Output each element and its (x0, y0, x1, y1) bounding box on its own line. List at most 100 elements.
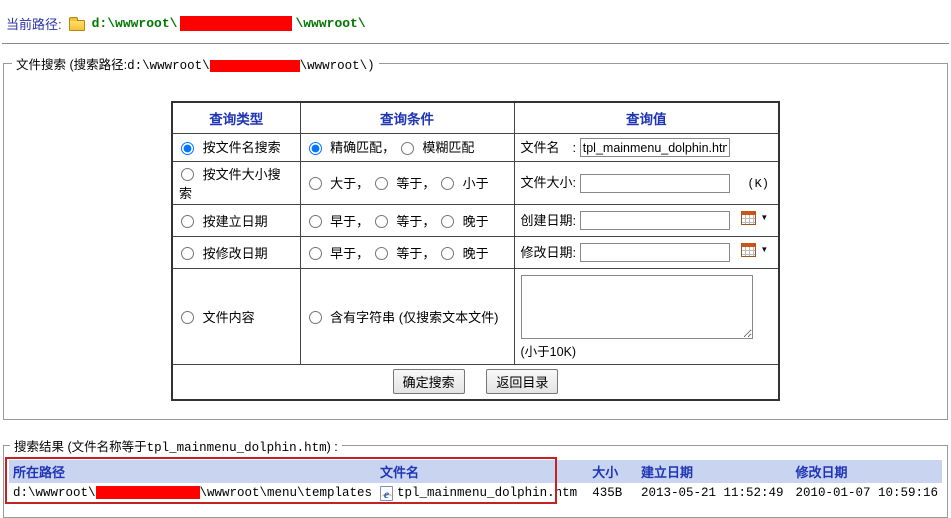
radio-created-after[interactable] (441, 215, 454, 228)
radio-label: 文件内容 (203, 310, 255, 325)
created-date-picker[interactable]: ▼ (741, 211, 768, 225)
result-path-suffix: \wwwroot\menu\templates (200, 486, 373, 500)
search-results-legend: 搜索结果 (文件名称等于tpl_mainmenu_dolphin.htm) : (10, 436, 342, 455)
modified-date-field-label: 修改日期: (521, 245, 577, 260)
content-size-hint: (小于10K) (521, 341, 773, 360)
radio-created-equal[interactable] (375, 215, 388, 228)
radio-label: 按建立日期 (203, 214, 268, 229)
filesize-unit-label: (K) (747, 177, 769, 191)
return-directory-button[interactable]: 返回目录 (486, 369, 558, 394)
filesize-input[interactable] (580, 174, 730, 193)
result-created-cell: 2013-05-21 11:52:49 (637, 483, 791, 503)
radio-label: 早于， (330, 214, 369, 229)
radio-search-by-name[interactable] (181, 142, 194, 155)
file-search-legend-title: 文件搜索 (搜索路径: (16, 58, 127, 72)
radio-label: 晚于 (463, 214, 489, 229)
results-legend-close: ) : (327, 440, 338, 454)
radio-label: 按修改日期 (203, 246, 268, 261)
column-header-size: 大小 (588, 460, 637, 483)
results-table: 所在路径 文件名 大小 建立日期 修改日期 d:\wwwroot\ \wwwroo… (9, 460, 942, 503)
html-file-icon (380, 486, 393, 501)
radio-search-by-size[interactable] (181, 168, 194, 181)
result-row: d:\wwwroot\ \wwwroot\menu\templates tpl_m… (9, 483, 942, 503)
current-path-prefix: d:\wwwroot\ (92, 16, 178, 31)
redaction-box (180, 16, 292, 31)
row-form-buttons: 确定搜索 返回目录 (172, 364, 779, 400)
row-search-by-created-date: 按建立日期 早于， 等于， 晚于 创建日期: ▼ (172, 204, 779, 236)
calendar-icon[interactable] (741, 243, 756, 257)
content-string-textarea[interactable] (521, 275, 753, 339)
radio-label: 大于， (330, 176, 369, 191)
row-search-by-size: 按文件大小搜索 大于， 等于， 小于 文件大小: (K) (172, 161, 779, 204)
results-header-row: 所在路径 文件名 大小 建立日期 修改日期 (9, 460, 942, 483)
radio-equal-size[interactable] (375, 177, 388, 190)
radio-label: 早于， (330, 246, 369, 261)
radio-label: 晚于 (463, 246, 489, 261)
filename-input[interactable] (580, 138, 730, 157)
filesize-field-label: 文件大小: (521, 175, 577, 190)
results-legend-filename: tpl_mainmenu_dolphin.htm (147, 441, 327, 455)
radio-created-before[interactable] (309, 215, 322, 228)
row-search-by-name: 按文件名搜索 精确匹配， 模糊匹配 文件名 : (172, 133, 779, 161)
column-header-query-value: 查询值 (514, 102, 779, 133)
radio-less-than[interactable] (441, 177, 454, 190)
column-header-path: 所在路径 (9, 460, 376, 483)
radio-label: 模糊匹配 (422, 140, 474, 155)
result-filename-cell: tpl_mainmenu_dolphin.htm (376, 483, 588, 503)
folder-icon (69, 20, 85, 31)
search-path-suffix: \wwwroot\) (300, 59, 375, 73)
created-date-input[interactable] (580, 211, 730, 230)
calendar-icon[interactable] (741, 211, 756, 225)
divider (2, 43, 949, 44)
current-path-label: 当前路径: (6, 14, 62, 33)
column-header-modified: 修改日期 (791, 460, 942, 483)
search-path-prefix: d:\wwwroot\ (127, 59, 210, 73)
radio-label: 等于， (396, 214, 435, 229)
current-path-bar: 当前路径: d:\wwwroot\ \wwwroot\ (6, 14, 949, 33)
redaction-box (210, 60, 300, 72)
column-header-filename: 文件名 (376, 460, 588, 483)
radio-search-by-content[interactable] (181, 311, 194, 324)
modified-date-input[interactable] (580, 243, 730, 262)
radio-modified-before[interactable] (309, 247, 322, 260)
redaction-box (96, 486, 200, 499)
result-filename: tpl_mainmenu_dolphin.htm (397, 486, 577, 500)
radio-search-by-created-date[interactable] (181, 215, 194, 228)
radio-label: 含有字符串 (仅搜索文本文件) (330, 310, 498, 325)
radio-label: 精确匹配， (330, 140, 395, 155)
radio-fuzzy-match[interactable] (401, 142, 414, 155)
chevron-down-icon[interactable]: ▼ (760, 246, 768, 254)
radio-search-by-modified-date[interactable] (181, 247, 194, 260)
radio-exact-match[interactable] (309, 142, 322, 155)
result-path-prefix: d:\wwwroot\ (13, 486, 96, 500)
radio-label: 等于， (396, 246, 435, 261)
created-date-field-label: 创建日期: (521, 213, 577, 228)
chevron-down-icon[interactable]: ▼ (760, 214, 768, 222)
page: 当前路径: d:\wwwroot\ \wwwroot\ 文件搜索 (搜索路径:d… (0, 0, 951, 518)
result-size-cell: 435B (588, 483, 637, 503)
result-path-cell: d:\wwwroot\ \wwwroot\menu\templates (9, 483, 376, 503)
radio-greater-than[interactable] (309, 177, 322, 190)
file-search-legend: 文件搜索 (搜索路径:d:\wwwroot\ \wwwroot\) (12, 54, 379, 73)
result-modified-cell: 2010-01-07 10:59:16 (791, 483, 942, 503)
row-search-by-content: 文件内容 含有字符串 (仅搜索文本文件) (小于10K) (172, 268, 779, 364)
radio-label: 按文件名搜索 (203, 140, 281, 155)
search-header-row: 查询类型 查询条件 查询值 (172, 102, 779, 133)
radio-modified-after[interactable] (441, 247, 454, 260)
search-form-table: 查询类型 查询条件 查询值 按文件名搜索 精确匹配， 模糊匹配 文件名 : (171, 101, 780, 401)
filename-field-label: 文件名 : (521, 140, 577, 155)
modified-date-picker[interactable]: ▼ (741, 243, 768, 257)
file-search-fieldset: 文件搜索 (搜索路径:d:\wwwroot\ \wwwroot\) 查询类型 查询… (3, 54, 948, 420)
current-path-suffix: \wwwroot\ (295, 16, 365, 31)
results-table-container: 所在路径 文件名 大小 建立日期 修改日期 d:\wwwroot\ \wwwroo… (9, 460, 942, 503)
radio-label: 等于， (396, 176, 435, 191)
column-header-query-type: 查询类型 (172, 102, 300, 133)
confirm-search-button[interactable]: 确定搜索 (393, 369, 465, 394)
radio-contains-string[interactable] (309, 311, 322, 324)
radio-label: 按文件大小搜索 (179, 167, 281, 201)
search-results-fieldset: 搜索结果 (文件名称等于tpl_mainmenu_dolphin.htm) : … (3, 436, 948, 518)
column-header-created: 建立日期 (637, 460, 791, 483)
radio-modified-equal[interactable] (375, 247, 388, 260)
column-header-query-condition: 查询条件 (300, 102, 514, 133)
results-legend-title: 搜索结果 (文件名称等于 (14, 440, 147, 454)
